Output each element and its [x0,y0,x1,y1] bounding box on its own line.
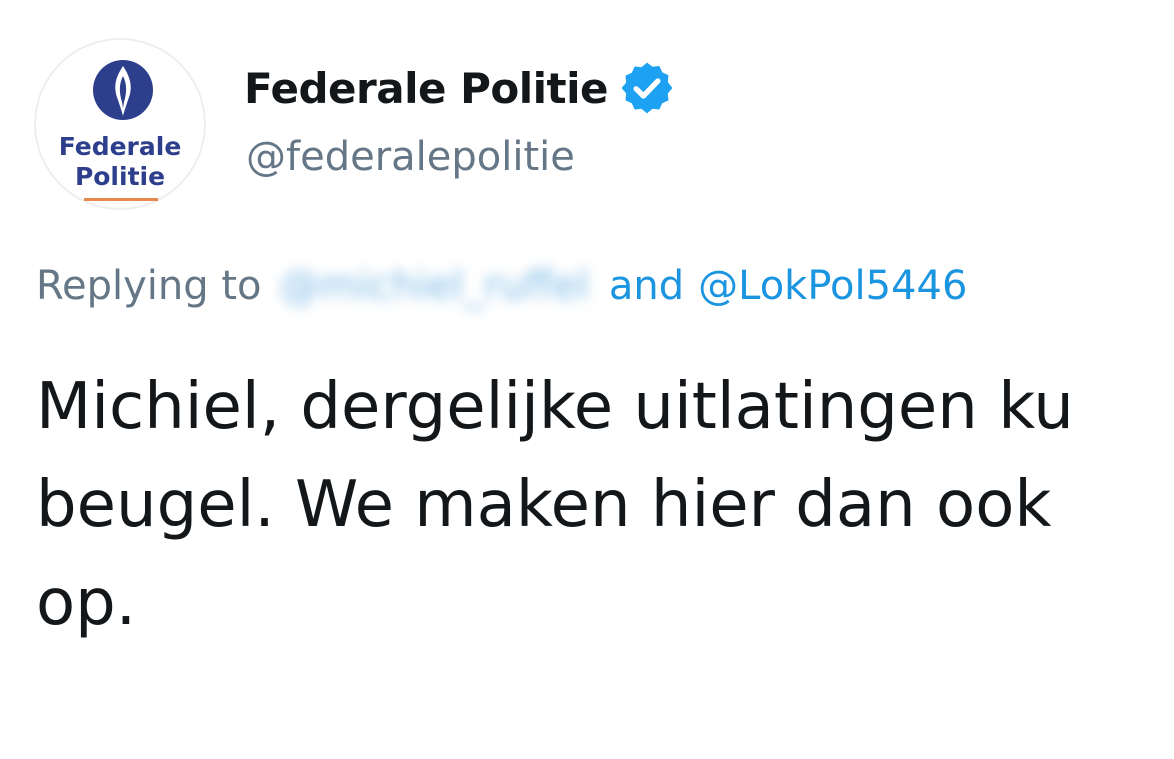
avatar-logo-text-line2: Politie [74,162,166,191]
tweet-text: Michiel, dergelijke uitlatingen ku beuge… [36,358,1174,652]
blurred-mention-link[interactable]: @michiel_ruffel [280,263,589,309]
tweet-text-line-1: Michiel, dergelijke uitlatingen ku [36,370,1074,444]
replying-to-label: Replying to [36,263,262,309]
user-handle[interactable]: @federalepolitie [246,134,575,180]
tweet-card: Federale Politie Federale Politie @feder… [0,0,1174,759]
police-flame-logo-icon [93,60,153,120]
verified-badge-icon [621,62,673,114]
avatar[interactable]: Federale Politie [34,38,206,210]
reply-conjunction: and [608,263,685,309]
avatar-logo-underline [84,198,158,201]
tweet-text-line-3: op. [36,566,137,640]
replying-to-line: Replying to @michiel_ruffel and @LokPol5… [36,256,967,316]
display-name-row: Federale Politie [244,58,676,118]
avatar-logo-text-line1: Federale [58,132,182,161]
tweet-text-line-2: beugel. We maken hier dan ook [36,468,1052,542]
display-name[interactable]: Federale Politie [244,64,608,113]
mention-link-lokpol[interactable]: @LokPol5446 [698,263,967,309]
